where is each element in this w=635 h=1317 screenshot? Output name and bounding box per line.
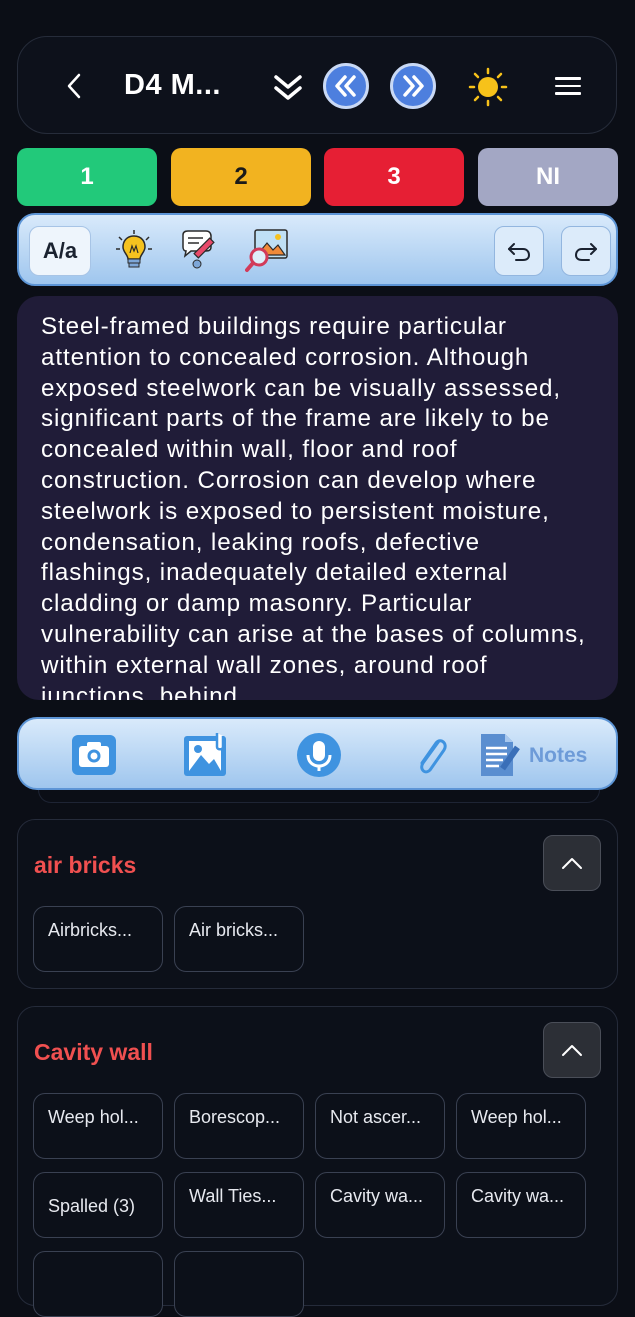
redo-icon bbox=[574, 243, 597, 261]
collapse-button[interactable] bbox=[543, 835, 601, 891]
option-chip[interactable]: Not ascer... bbox=[315, 1093, 445, 1159]
rewind-button[interactable] bbox=[323, 63, 369, 109]
menu-icon[interactable] bbox=[555, 77, 581, 100]
back-icon[interactable] bbox=[62, 73, 88, 99]
section-air-bricks: air bricks Airbricks... Air bricks... bbox=[17, 819, 618, 989]
rating-buttons: 1 2 3 NI bbox=[17, 148, 618, 206]
divider bbox=[38, 790, 600, 803]
chevron-up-icon bbox=[562, 858, 582, 869]
rating-3-button[interactable]: 3 bbox=[324, 148, 464, 206]
rating-ni-button[interactable]: NI bbox=[478, 148, 618, 206]
text-toolbar: A/a bbox=[17, 213, 618, 286]
chevron-up-icon bbox=[562, 1045, 582, 1056]
microphone-icon[interactable] bbox=[295, 731, 343, 779]
rating-2-button[interactable]: 2 bbox=[171, 148, 311, 206]
section-cavity-wall: Cavity wall Weep hol... Borescop... Not … bbox=[17, 1006, 618, 1317]
notes-label[interactable]: Notes bbox=[529, 744, 587, 768]
option-chip[interactable]: Cavity wa... bbox=[456, 1172, 586, 1238]
option-chip[interactable]: Wall Ties... bbox=[174, 1172, 304, 1238]
media-toolbar: Notes bbox=[17, 717, 618, 790]
section-title: air bricks bbox=[34, 852, 137, 878]
rewind-icon bbox=[335, 75, 356, 97]
fast-forward-button[interactable] bbox=[390, 63, 436, 109]
option-chip[interactable] bbox=[174, 1251, 304, 1317]
phrases-icon[interactable] bbox=[179, 229, 219, 271]
collapse-button[interactable] bbox=[543, 1022, 601, 1078]
description-text: Steel-framed buildings require particula… bbox=[41, 313, 586, 700]
gallery-icon[interactable] bbox=[183, 731, 231, 779]
camera-icon[interactable] bbox=[71, 733, 117, 777]
rating-1-button[interactable]: 1 bbox=[17, 148, 157, 206]
option-chip[interactable]: Weep hol... bbox=[456, 1093, 586, 1159]
option-chip[interactable]: Borescop... bbox=[174, 1093, 304, 1159]
font-toggle-button[interactable]: A/a bbox=[29, 226, 91, 276]
option-chip[interactable]: Cavity wa... bbox=[315, 1172, 445, 1238]
redo-button[interactable] bbox=[561, 226, 611, 276]
option-chip[interactable] bbox=[33, 1251, 163, 1317]
undo-icon bbox=[508, 243, 531, 261]
fast-forward-icon bbox=[403, 75, 424, 97]
option-chip[interactable]: Weep hol... bbox=[33, 1093, 163, 1159]
undo-button[interactable] bbox=[494, 226, 544, 276]
lightbulb-icon[interactable] bbox=[115, 229, 153, 271]
chevron-double-down-icon[interactable] bbox=[272, 73, 304, 103]
top-bar: D4 M... bbox=[17, 36, 617, 134]
page-title[interactable]: D4 M... bbox=[124, 69, 221, 102]
option-chip[interactable]: Spalled (3) bbox=[33, 1172, 163, 1238]
option-chip[interactable]: Airbricks... bbox=[33, 906, 163, 972]
image-search-icon[interactable] bbox=[245, 227, 291, 273]
notes-icon[interactable] bbox=[477, 731, 525, 779]
description-text-area[interactable]: Steel-framed buildings require particula… bbox=[17, 296, 618, 700]
sun-icon[interactable] bbox=[468, 67, 508, 107]
attachment-icon[interactable] bbox=[413, 733, 449, 779]
section-title: Cavity wall bbox=[34, 1039, 153, 1065]
option-chip[interactable]: Air bricks... bbox=[174, 906, 304, 972]
